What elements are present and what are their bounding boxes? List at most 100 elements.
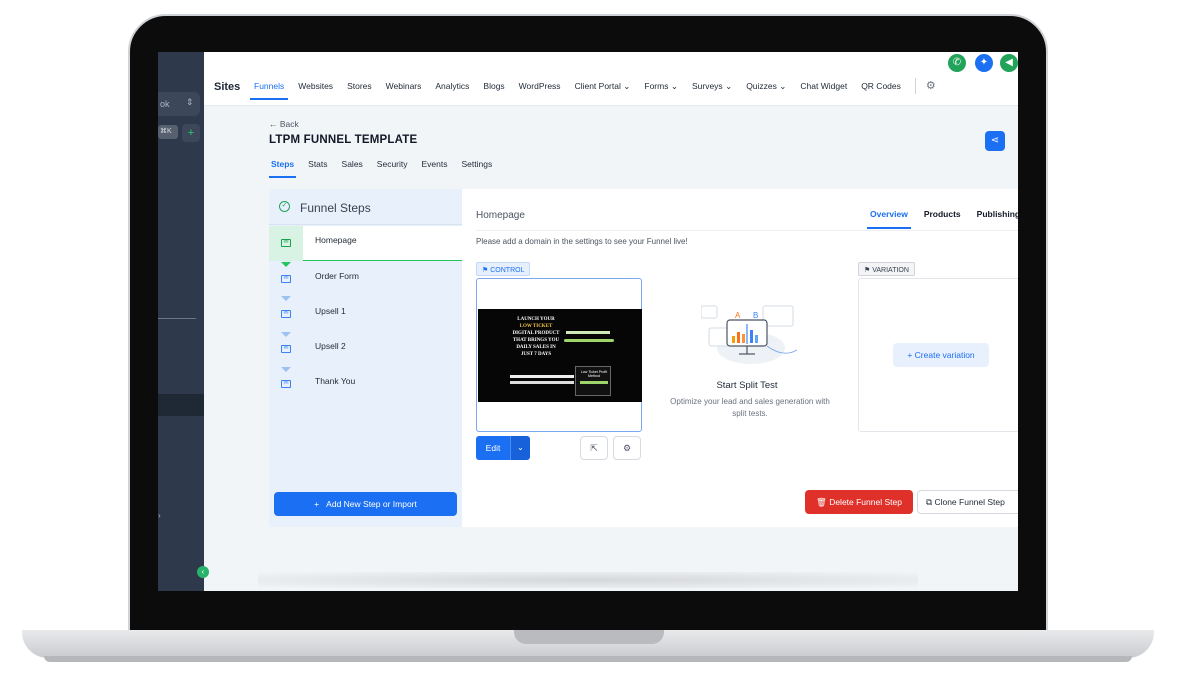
funnel-steps-header: ✓ Funnel Steps	[269, 189, 462, 225]
step-order-form[interactable]: ✉ Order Form	[269, 262, 462, 297]
laptop-foot	[44, 656, 1132, 662]
chevron-updown-icon: ⇕	[186, 97, 194, 107]
laptop-mockup: ok ⇕ ⌘K + › ‹ Sites Funnels Websites Sto…	[0, 0, 1200, 676]
edit-button[interactable]: Edit	[476, 436, 510, 460]
section-title: Sites	[214, 81, 241, 93]
chevron-down-icon: ⌄	[725, 81, 733, 91]
open-external-button[interactable]: ⇱	[580, 436, 608, 460]
check-circle-icon: ✓	[279, 201, 290, 212]
collapse-sidebar-button[interactable]: ‹	[197, 566, 209, 578]
share-icon: ⋖	[990, 135, 1000, 146]
external-link-icon: ⇱	[590, 443, 598, 453]
thumbnail-line: JUST 7 DAYS	[520, 352, 552, 357]
left-sidebar: ok ⇕ ⌘K + › ‹	[158, 52, 209, 591]
thumbnail-offer-bar	[580, 381, 608, 384]
nav-client-portal-label: Client Portal	[574, 81, 621, 91]
split-test-title[interactable]: Start Split Test	[672, 380, 822, 391]
nav-quizzes[interactable]: Quizzes ⌄	[746, 81, 786, 94]
clone-funnel-step-button[interactable]: ⧉ Clone Funnel Step	[917, 490, 1018, 514]
nav-separator	[914, 78, 916, 94]
thumbnail-line: THAT BRINGS YOU	[512, 338, 560, 343]
thumbnail-input-bar	[510, 381, 574, 384]
step-detail-card: Homepage Overview Products Publishing Pl…	[462, 189, 1018, 527]
tab-publishing[interactable]: Publishing	[977, 209, 1018, 219]
nav-surveys[interactable]: Surveys ⌄	[692, 81, 732, 94]
nav-analytics[interactable]: Analytics	[435, 81, 469, 94]
split-label-a: A	[735, 311, 741, 320]
laptop-notch	[514, 630, 664, 644]
mail-icon: ✉	[281, 239, 291, 247]
create-variation-button[interactable]: + Create variation	[893, 343, 989, 367]
flag-icon: ⚑	[482, 267, 489, 274]
step-label: Upsell 1	[315, 306, 346, 316]
tab-overview[interactable]: Overview	[867, 209, 911, 229]
nav-forms[interactable]: Forms ⌄	[644, 81, 678, 94]
thumbnail-offer-card: Low Ticket Profit Method	[575, 366, 611, 396]
page-thumbnail: LAUNCH YOUR LOW TICKET DIGITAL PRODUCT T…	[478, 309, 642, 402]
tab-security[interactable]: Security	[377, 159, 408, 169]
thumbnail-headline: LAUNCH YOUR LOW TICKET DIGITAL PRODUCT T…	[506, 316, 566, 358]
funnel-steps-panel: ✓ Funnel Steps ✉ Homepage ✉ Order Form ✉…	[269, 189, 462, 527]
sidebar-item-active[interactable]	[158, 394, 204, 416]
tab-stats[interactable]: Stats	[308, 159, 327, 169]
delete-funnel-step-button[interactable]: 🗑 Delete Funnel Step	[805, 490, 913, 514]
mail-icon: ✉	[281, 345, 291, 353]
bottom-shadow	[258, 572, 918, 588]
back-link[interactable]: ← Back	[269, 119, 299, 129]
step-upsell-1[interactable]: ✉ Upsell 1	[269, 297, 462, 332]
step-thank-you[interactable]: ✉ Thank You	[269, 367, 462, 402]
phone-icon[interactable]: ✆	[948, 54, 966, 72]
nav-chat-widget[interactable]: Chat Widget	[800, 81, 847, 94]
delete-funnel-step-label: Delete Funnel Step	[829, 497, 902, 507]
nav-qr-codes[interactable]: QR Codes	[861, 81, 901, 94]
step-homepage[interactable]: ✉ Homepage	[269, 226, 462, 261]
step-settings-button[interactable]: ⚙	[613, 436, 641, 460]
trash-icon: 🗑	[816, 497, 827, 507]
nav-client-portal[interactable]: Client Portal ⌄	[575, 81, 631, 94]
card-divider	[476, 230, 1018, 231]
nav-funnels[interactable]: Funnels	[249, 81, 289, 100]
chevron-down-icon: ⌄	[623, 81, 631, 91]
nav-wordpress[interactable]: WordPress	[519, 81, 561, 94]
step-title: Homepage	[476, 210, 525, 221]
domain-notice: Please add a domain in the settings to s…	[476, 237, 688, 246]
nav-forms-label: Forms	[644, 81, 669, 91]
split-label-b: B	[753, 311, 758, 320]
thumbnail-text-block	[566, 331, 610, 334]
step-tabs: Overview Products Publishing	[867, 209, 1018, 229]
chevron-down-icon: ⌄	[517, 443, 524, 452]
tab-products[interactable]: Products	[924, 209, 961, 219]
gear-icon[interactable]: ⚙	[926, 79, 936, 94]
flag-icon: ⚑	[864, 267, 871, 274]
nav-websites[interactable]: Websites	[298, 81, 333, 94]
search-shortcut-badge[interactable]: ⌘K	[158, 125, 178, 139]
sparkle-icon[interactable]: ✦	[975, 54, 993, 72]
create-variation-label: Create variation	[914, 350, 975, 360]
quick-action-button[interactable]: +	[182, 124, 200, 142]
add-new-step-button[interactable]: + Add New Step or Import	[274, 492, 457, 516]
step-label: Homepage	[315, 235, 357, 245]
plus-icon: +	[314, 499, 320, 509]
tab-steps[interactable]: Steps	[268, 159, 297, 178]
plus-icon: +	[907, 350, 913, 360]
nav-stores[interactable]: Stores	[347, 81, 372, 94]
nav-quizzes-label: Quizzes	[746, 81, 777, 91]
gear-icon: ⚙	[622, 443, 632, 453]
tab-events[interactable]: Events	[422, 159, 448, 169]
step-upsell-2[interactable]: ✉ Upsell 2	[269, 332, 462, 367]
megaphone-icon[interactable]: ◀	[1000, 54, 1018, 72]
mail-icon: ✉	[281, 275, 291, 283]
thumbnail-line: DIGITAL PRODUCT	[512, 331, 560, 336]
share-button[interactable]: ⋖	[985, 131, 1005, 151]
tab-settings[interactable]: Settings	[462, 159, 493, 169]
location-switcher[interactable]: ok ⇕	[158, 92, 200, 116]
tab-sales[interactable]: Sales	[342, 159, 363, 169]
app-screen: ok ⇕ ⌘K + › ‹ Sites Funnels Websites Sto…	[158, 52, 1018, 591]
control-preview-card[interactable]: LAUNCH YOUR LOW TICKET DIGITAL PRODUCT T…	[476, 278, 642, 432]
thumbnail-line: LAUNCH YOUR	[517, 317, 555, 322]
edit-dropdown-button[interactable]: ⌄	[510, 436, 530, 460]
nav-blogs[interactable]: Blogs	[483, 81, 504, 94]
clone-funnel-step-label: Clone Funnel Step	[934, 497, 1005, 507]
thumbnail-line: DAILY SALES IN	[516, 345, 556, 350]
nav-webinars[interactable]: Webinars	[386, 81, 422, 94]
